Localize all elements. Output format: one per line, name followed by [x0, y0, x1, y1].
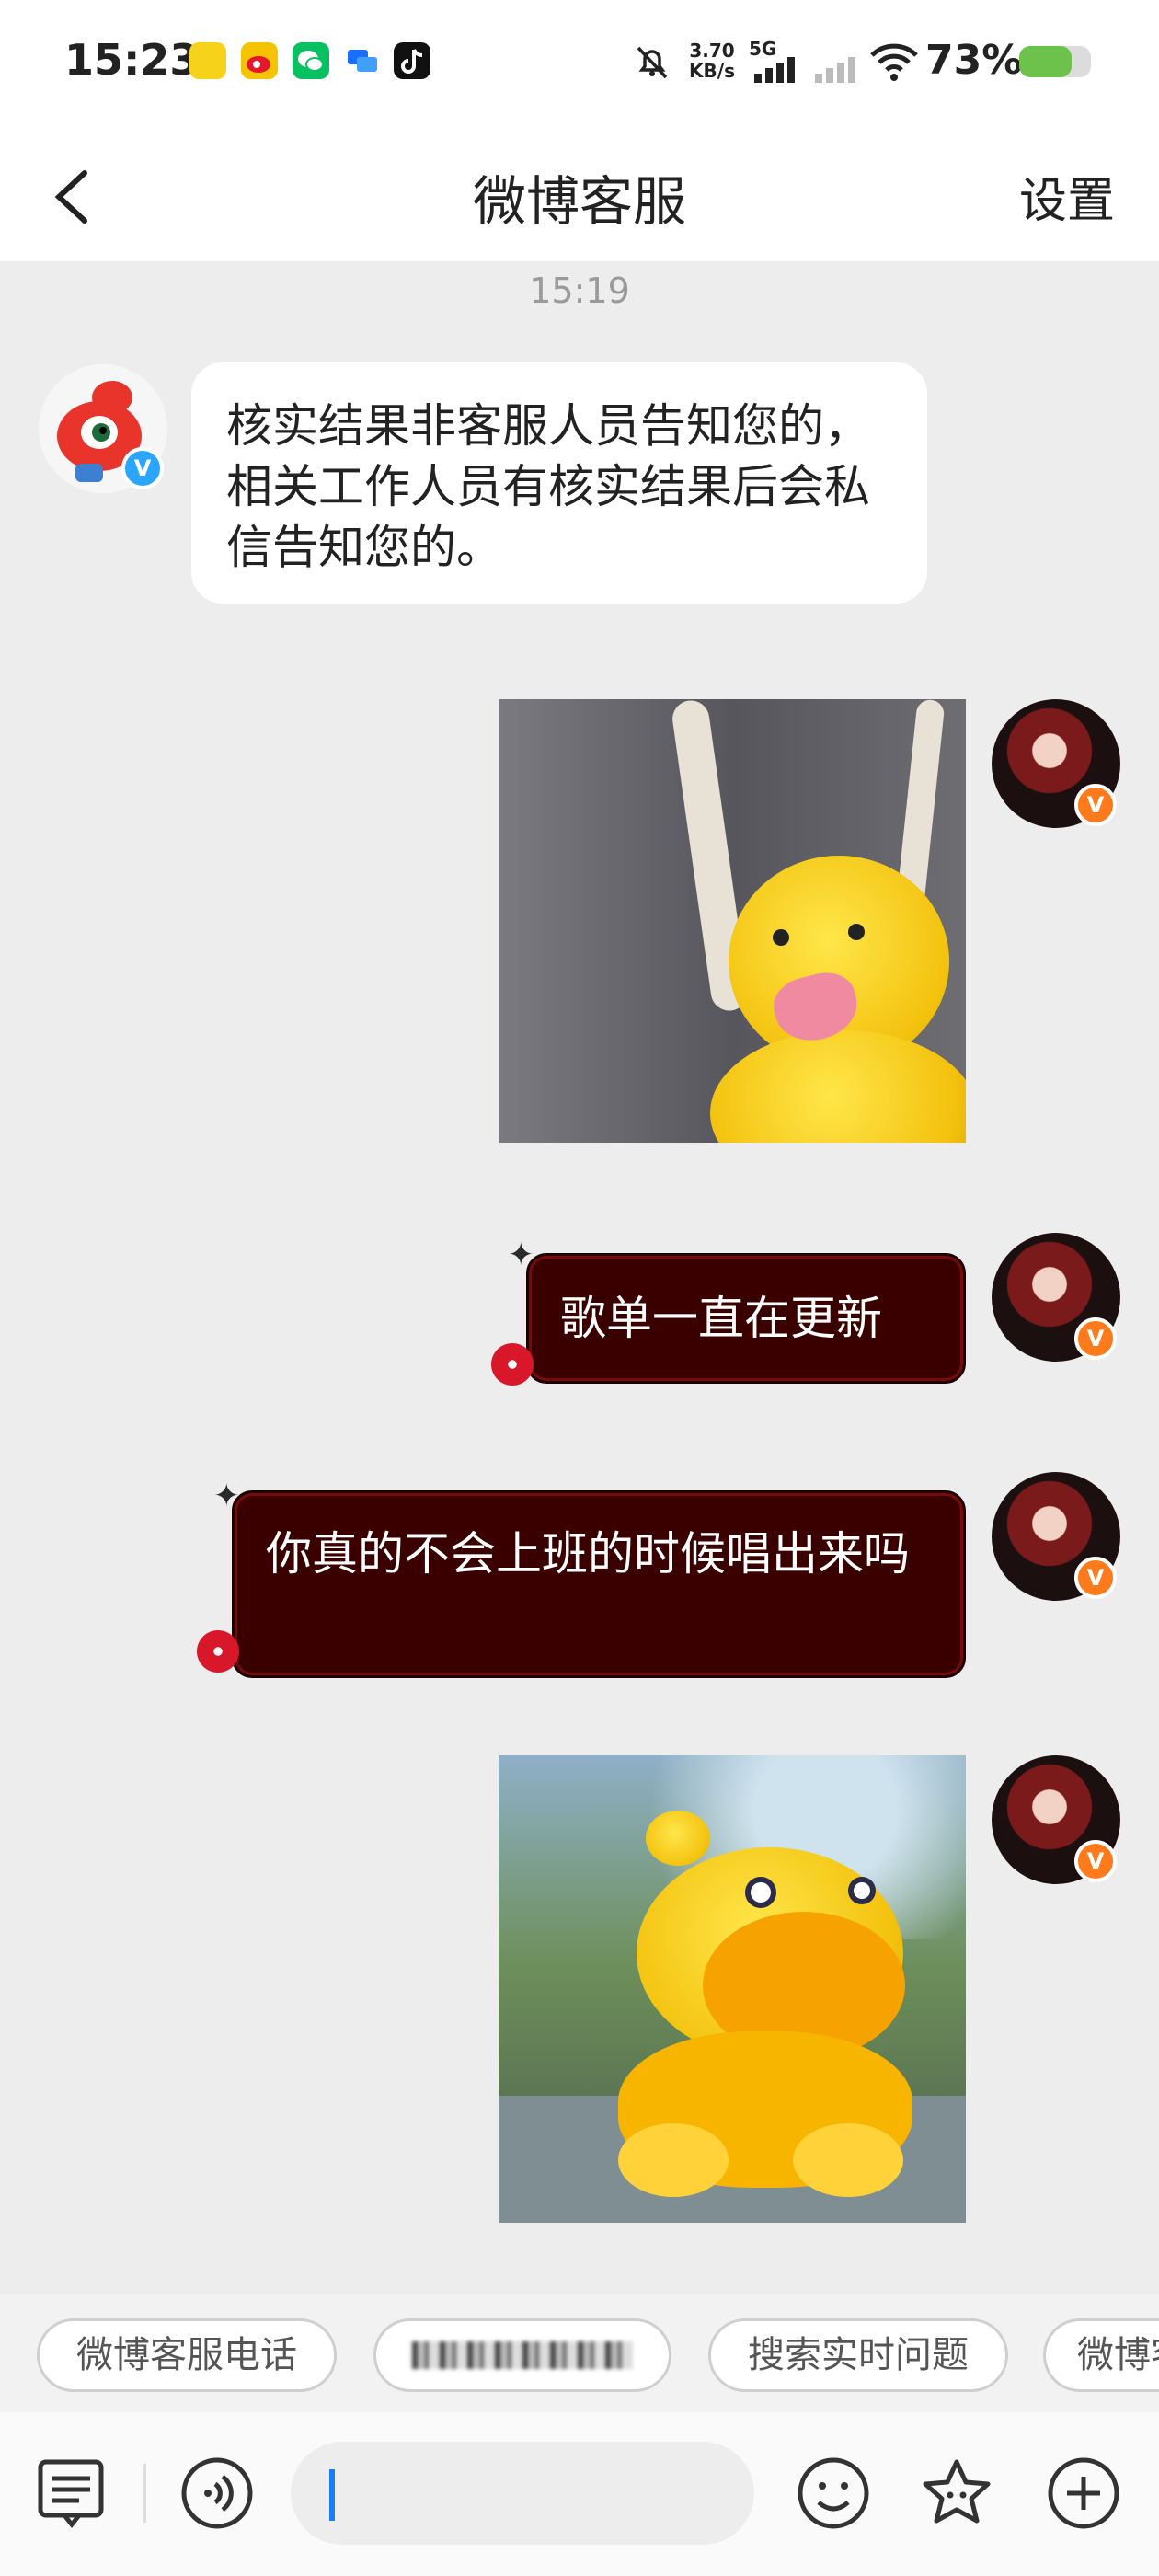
emoji-button[interactable] — [795, 2455, 872, 2532]
creature-eye — [745, 1877, 776, 1908]
duck-body — [710, 1030, 966, 1143]
emoji-icon — [798, 2457, 869, 2529]
battery-icon — [1019, 46, 1091, 77]
text-cursor — [329, 2469, 335, 2521]
wifi-icon — [868, 40, 920, 83]
quick-reply-chip-blurred[interactable] — [373, 2318, 671, 2392]
plus-icon — [1048, 2457, 1119, 2529]
quick-reply-chip[interactable]: 搜索实时问题 — [708, 2318, 1008, 2392]
signal-icon — [752, 55, 802, 83]
message-bubble-user[interactable]: 歌单一直在更新 — [526, 1253, 966, 1384]
quick-reply-chip[interactable]: 微博客 — [1043, 2318, 1159, 2392]
flower-decoration-icon — [491, 1343, 534, 1386]
add-button[interactable] — [1045, 2455, 1122, 2532]
duck-eye — [773, 929, 789, 946]
mute-icon — [631, 40, 673, 83]
chat-timestamp: 15:19 — [529, 270, 630, 311]
message-bubble-user[interactable]: 你真的不会上班的时候唱出来吗 — [232, 1490, 966, 1678]
divider — [143, 2464, 146, 2523]
creature-eye — [848, 1877, 876, 1904]
settings-button[interactable]: 设置 — [1019, 162, 1115, 231]
sticker-star-icon — [923, 2459, 991, 2524]
app-music-icon — [189, 42, 226, 79]
creature-foot — [618, 2123, 729, 2197]
sparkle-icon: ✦ — [213, 1478, 240, 1514]
net-speed: 3.70 KB/s — [689, 40, 735, 82]
quick-reply-chip[interactable]: 微博客服电话 — [37, 2318, 337, 2392]
battery-percent: 73% — [925, 37, 1023, 84]
message-input[interactable] — [291, 2442, 754, 2545]
sticker-image[interactable] — [499, 699, 966, 1143]
blurred-label — [412, 2341, 633, 2369]
voice-icon — [181, 2457, 253, 2529]
menu-button[interactable] — [33, 2455, 110, 2532]
signal-2-icon — [813, 55, 863, 83]
verified-badge: V — [1074, 1317, 1117, 1360]
message-menu-icon — [38, 2459, 104, 2529]
creature-foot — [793, 2123, 903, 2197]
creature-ear — [646, 1811, 710, 1866]
message-bubble-service[interactable]: 核实结果非客服人员告知您的，相关工作人员有核实结果后会私信告知您的。 — [191, 362, 927, 604]
verified-badge: V — [1074, 1557, 1117, 1599]
sticker-image[interactable] — [499, 1755, 966, 2223]
sticker-button[interactable] — [918, 2455, 995, 2532]
voice-button[interactable] — [178, 2455, 256, 2532]
page-title: 微博客服 — [472, 170, 686, 233]
verified-badge: V — [121, 447, 164, 489]
status-time: 15:23 — [64, 35, 200, 85]
battery-level — [1019, 46, 1072, 77]
duck-eye — [848, 924, 865, 940]
sparkle-icon: ✦ — [508, 1236, 534, 1273]
wechat-icon — [293, 42, 329, 79]
weibo-icon — [241, 42, 278, 79]
verified-badge: V — [1074, 1840, 1117, 1882]
flower-decoration-icon — [197, 1630, 239, 1673]
chat-icon — [344, 42, 381, 79]
verified-badge: V — [1074, 784, 1117, 826]
tiktok-icon — [394, 42, 430, 79]
